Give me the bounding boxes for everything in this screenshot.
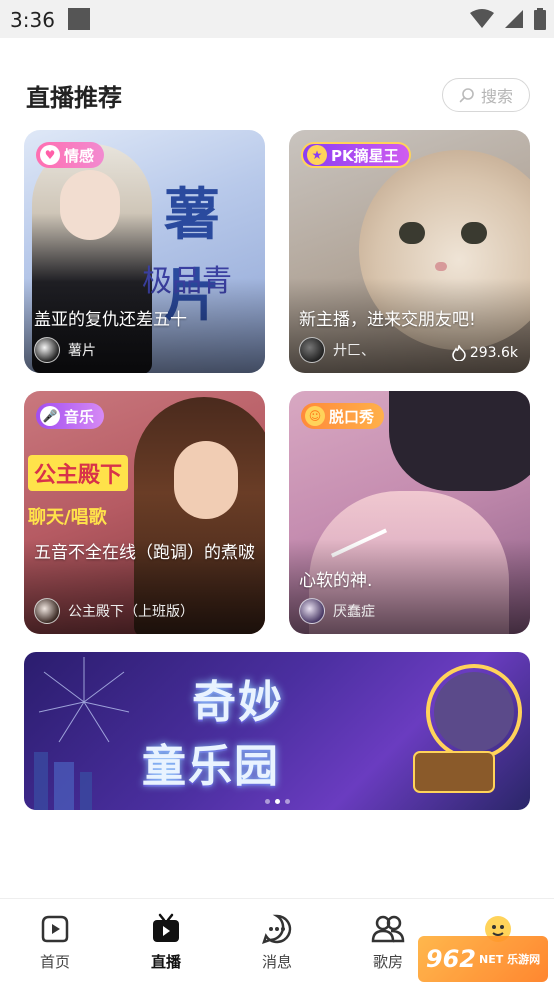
category-tag: ♥ 情感: [36, 142, 105, 168]
status-bar: 3:36: [0, 0, 554, 38]
wifi-icon: [470, 9, 494, 28]
heart-icon: ♥: [40, 145, 60, 165]
home-icon: [41, 915, 69, 943]
watermark-logo: 962 NET 乐游网: [418, 936, 548, 982]
heat-count: 293.6k: [452, 345, 518, 361]
banner-title-line2: 童乐园: [142, 741, 280, 792]
message-icon: [262, 914, 292, 944]
page-title: 直播推荐: [26, 84, 122, 112]
host-name: 廾匚、: [333, 343, 375, 359]
avatar: [299, 337, 325, 363]
card-host: 廾匚、: [299, 337, 375, 363]
host-name: 薯片: [68, 343, 96, 359]
host-name: 厌蠢症: [333, 604, 375, 620]
card-title: 五音不全在线（跑调）的煮啵: [34, 543, 255, 563]
card-host: 薯片: [34, 337, 96, 363]
status-icons: [470, 8, 546, 30]
category-tag: ★ PK摘星王: [301, 142, 411, 168]
promo-banner[interactable]: 奇妙 童乐园: [24, 652, 530, 810]
card-title: 新主播，进来交朋友吧!: [299, 310, 476, 330]
category-tag: 🎤 音乐: [36, 403, 105, 429]
status-time: 3:36: [10, 8, 55, 32]
card-host: 厌蠢症: [299, 598, 375, 624]
signal-icon: [505, 10, 523, 28]
search-icon: [459, 88, 474, 103]
nav-messages[interactable]: 消息: [237, 913, 317, 972]
carousel-dots: [24, 799, 530, 804]
search-button[interactable]: 搜索: [442, 78, 530, 112]
search-label: 搜索: [480, 87, 513, 106]
card-title: 盖亚的复仇还差五十: [34, 310, 187, 330]
category-tag: ☺ 脱口秀: [301, 403, 385, 429]
avatar: [34, 337, 60, 363]
nav-live[interactable]: 直播: [126, 913, 206, 972]
star-icon: ★: [307, 145, 327, 165]
host-name: 公主殿下（上班版）: [68, 604, 194, 620]
live-card[interactable]: 公主殿下 聊天/唱歌 🎤 音乐 五音不全在线（跑调）的煮啵 公主殿下（上班版）: [24, 391, 265, 634]
avatar: [299, 598, 325, 624]
live-tv-icon: [153, 913, 179, 942]
live-card[interactable]: ☺ 脱口秀 心软的神. 厌蠢症: [289, 391, 530, 634]
nav-home[interactable]: 首页: [15, 913, 95, 972]
carousel-dot[interactable]: [284, 799, 290, 804]
card-host: 公主殿下（上班版）: [34, 598, 194, 624]
live-card[interactable]: 薯片 极品青 ♥ 情感 盖亚的复仇还差五十 薯片: [24, 130, 265, 373]
karaoke-room-icon: [371, 915, 405, 943]
flame-icon: [452, 345, 466, 361]
nav-karaoke-room[interactable]: 歌房: [348, 913, 428, 972]
banner-title-line1: 奇妙: [192, 677, 284, 728]
carousel-dot[interactable]: [264, 799, 270, 804]
live-card[interactable]: ★ PK摘星王 新主播，进来交朋友吧! 廾匚、 293.6k: [289, 130, 530, 373]
smile-icon: ☺: [305, 406, 325, 426]
battery-icon: [534, 8, 546, 30]
carousel-dot-active[interactable]: [274, 799, 280, 804]
notification-icon: [68, 8, 90, 30]
avatar: [34, 598, 60, 624]
microphone-icon: 🎤: [40, 406, 60, 426]
card-title: 心软的神.: [299, 571, 373, 591]
